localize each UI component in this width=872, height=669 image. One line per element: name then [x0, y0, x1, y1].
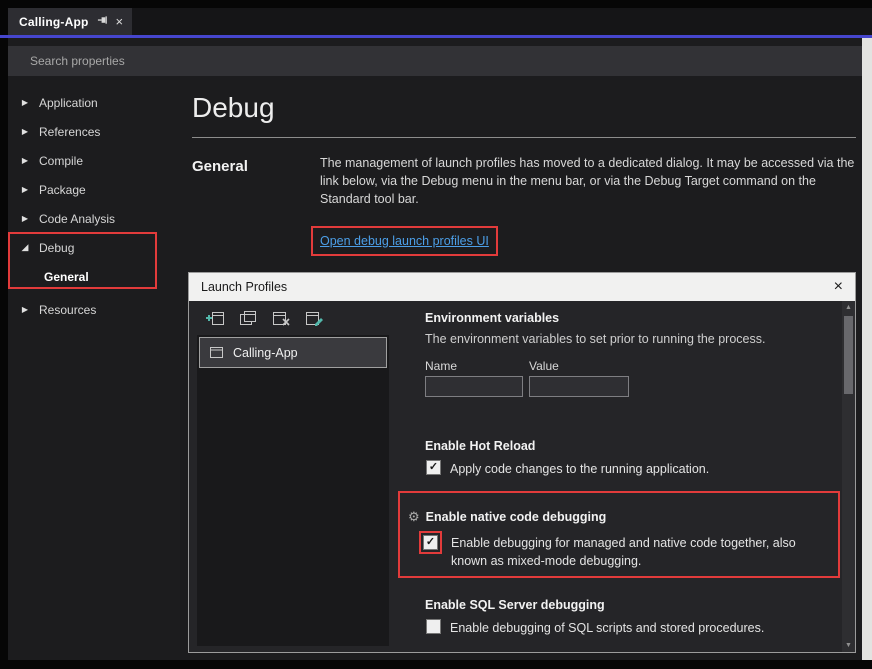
launch-profiles-dialog: Launch Profiles ×: [188, 272, 856, 653]
sql-debugging-option-label[interactable]: Enable debugging of SQL scripts and stor…: [450, 619, 764, 637]
dialog-close-icon[interactable]: ×: [834, 279, 843, 295]
window-scrollbar[interactable]: [862, 38, 872, 660]
native-debugging-header: ⚙ Enable native code debugging: [408, 509, 606, 525]
expander-icon[interactable]: ▶: [20, 156, 30, 165]
sidebar-item-label: References: [39, 125, 100, 139]
document-tab-strip: Calling-App ×: [8, 8, 872, 35]
sidebar-item-debug[interactable]: ◢ Debug: [8, 233, 184, 262]
env-name-label: Name: [425, 359, 457, 373]
sidebar-item-resources[interactable]: ▶ Resources: [8, 295, 184, 324]
debug-description-text: The management of launch profiles has mo…: [320, 154, 866, 208]
sidebar-item-references[interactable]: ▶ References: [8, 117, 184, 146]
search-properties-input[interactable]: [8, 46, 862, 76]
dialog-body: Calling-App Environment variables The en…: [189, 301, 855, 652]
sidebar-item-debug-general[interactable]: General: [8, 262, 184, 291]
profile-icon: [209, 346, 224, 359]
section-heading-general: General: [192, 158, 248, 175]
dialog-scrollbar-thumb[interactable]: [844, 316, 853, 394]
expander-icon[interactable]: ◢: [20, 242, 30, 253]
env-name-input[interactable]: [425, 376, 523, 397]
title-divider: [192, 137, 856, 138]
new-profile-button[interactable]: [203, 306, 227, 330]
expander-icon[interactable]: ▶: [20, 305, 30, 314]
sidebar-item-code-analysis[interactable]: ▶ Code Analysis: [8, 204, 184, 233]
tab-close-icon[interactable]: ×: [116, 15, 124, 28]
hot-reload-checkbox[interactable]: ✓: [426, 460, 441, 475]
delete-profile-icon: [272, 310, 290, 327]
visual-studio-window: Calling-App × ▶ Application ▶ References: [0, 0, 872, 669]
duplicate-profile-icon: [239, 310, 257, 327]
scroll-up-icon[interactable]: ▲: [842, 301, 855, 314]
sidebar-item-label: Debug: [39, 241, 74, 255]
native-debugging-option-label[interactable]: Enable debugging for managed and native …: [451, 531, 823, 570]
sidebar-item-compile[interactable]: ▶ Compile: [8, 146, 184, 175]
profile-name: Calling-App: [233, 346, 298, 360]
sidebar-item-label: Package: [39, 183, 86, 197]
tab-title: Calling-App: [19, 15, 89, 29]
profiles-toolbar: [203, 306, 326, 330]
sidebar-item-label: Code Analysis: [39, 212, 115, 226]
expander-icon[interactable]: ▶: [20, 185, 30, 194]
sidebar-item-label: Resources: [39, 303, 96, 317]
open-launch-profiles-link[interactable]: Open debug launch profiles UI: [320, 234, 489, 248]
expander-icon[interactable]: ▶: [20, 127, 30, 136]
duplicate-profile-button[interactable]: [236, 306, 260, 330]
sidebar-item-package[interactable]: ▶ Package: [8, 175, 184, 204]
sql-debugging-heading: Enable SQL Server debugging: [425, 598, 605, 612]
sidebar-item-label: General: [44, 270, 89, 284]
dialog-scrollbar[interactable]: ▲ ▼: [842, 301, 855, 652]
sql-debugging-checkbox[interactable]: [426, 619, 441, 634]
sidebar-item-label: Compile: [39, 154, 83, 168]
profiles-list: Calling-App: [197, 335, 389, 646]
hot-reload-option-label[interactable]: Apply code changes to the running applic…: [450, 460, 709, 478]
rename-profile-icon: [305, 310, 323, 327]
env-value-label: Value: [529, 359, 559, 373]
sidebar-item-label: Application: [39, 96, 98, 110]
rename-profile-button[interactable]: [302, 306, 326, 330]
env-variables-description: The environment variables to set prior t…: [425, 332, 765, 346]
hot-reload-heading: Enable Hot Reload: [425, 439, 535, 453]
pin-icon[interactable]: [97, 15, 108, 28]
tab-calling-app[interactable]: Calling-App ×: [8, 8, 132, 35]
search-box: [8, 46, 862, 76]
new-profile-icon: [206, 310, 225, 327]
gear-icon: ⚙: [408, 509, 420, 525]
properties-nav: ▶ Application ▶ References ▶ Compile ▶ P…: [8, 88, 184, 324]
env-variables-heading: Environment variables: [425, 311, 559, 325]
sidebar-item-application[interactable]: ▶ Application: [8, 88, 184, 117]
expander-icon[interactable]: ▶: [20, 214, 30, 223]
profile-item-calling-app[interactable]: Calling-App: [199, 337, 387, 368]
dialog-titlebar: Launch Profiles ×: [189, 273, 855, 301]
annotation-box-native-checkbox: ✓: [419, 531, 442, 554]
dialog-title: Launch Profiles: [201, 280, 834, 294]
annotation-box-link: Open debug launch profiles UI: [311, 226, 498, 256]
scroll-down-icon[interactable]: ▼: [842, 639, 855, 652]
delete-profile-button[interactable]: [269, 306, 293, 330]
expander-icon[interactable]: ▶: [20, 98, 30, 107]
native-debugging-checkbox[interactable]: ✓: [423, 535, 438, 550]
native-debugging-heading: Enable native code debugging: [426, 510, 607, 524]
page-title: Debug: [192, 92, 275, 124]
env-value-input[interactable]: [529, 376, 629, 397]
